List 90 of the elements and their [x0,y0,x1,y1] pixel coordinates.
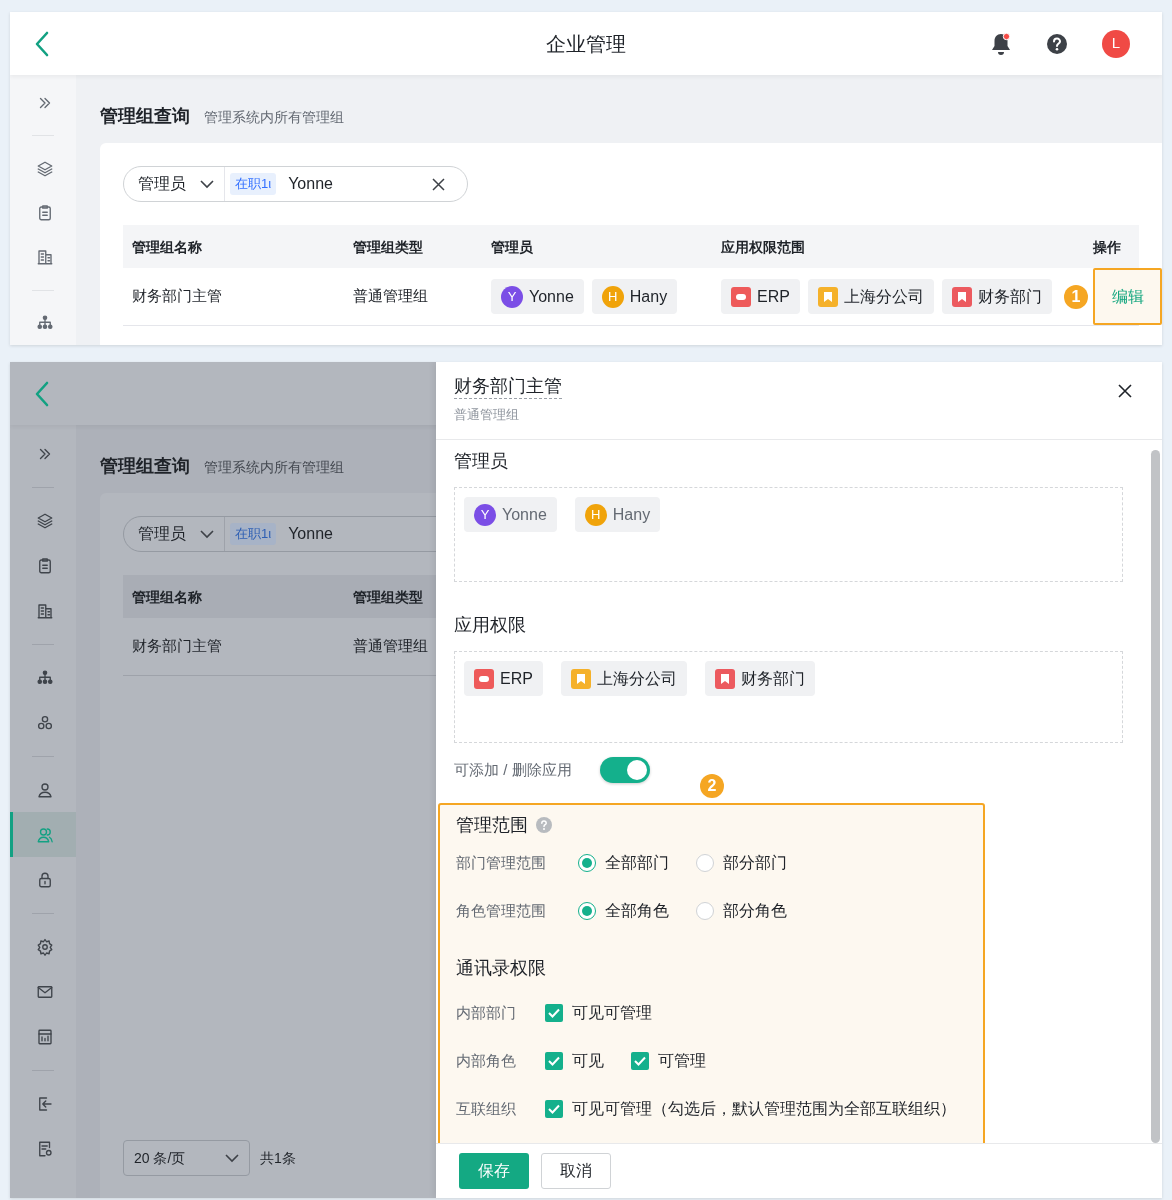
step-marker: 1 [1064,285,1088,309]
filter-label: 管理员 [138,524,186,544]
checkbox[interactable] [545,1004,563,1022]
field-label: 内部部门 [456,1002,517,1023]
status-tag: 在职1ι [230,173,277,195]
checkbox[interactable] [631,1052,649,1070]
layers-icon[interactable] [35,511,54,530]
org-chart-icon[interactable] [35,668,54,687]
column-header: 管理员 [491,238,533,255]
section-subtitle: 管理系统内所有管理组 [204,108,344,127]
drawer-title: 财务部门主管 [454,374,562,399]
checkbox-option[interactable]: 可见可管理（勾选后，默认管理范围为全部互联组织） [545,1097,956,1121]
table-cell-text: 财务部门主管 [132,636,222,657]
app-name: 上海分公司 [596,668,677,689]
person-name: Hany [629,286,668,307]
radio-button[interactable] [578,902,596,920]
checkbox-option[interactable]: 可见可管理 [545,1001,652,1025]
app-name: 上海分公司 [843,286,924,307]
column-header: 管理组类型 [353,238,423,255]
radio-button[interactable] [578,854,596,872]
radio-option[interactable]: 全部部门 [578,851,696,875]
radio-option[interactable]: 全部角色 [578,899,696,923]
section-heading: 管理员 [454,450,509,473]
person-name: Yonne [502,504,547,525]
chevron-down-icon[interactable] [200,179,214,189]
chevron-down-icon[interactable] [225,1153,239,1163]
avatar: Y [501,285,523,308]
filter-value: Yonne [288,174,333,194]
page-size-select[interactable]: 20 条/页 [123,1140,250,1176]
app-name: ERP [757,286,790,307]
column-header: 操作 [1093,238,1121,255]
notification-bell-icon[interactable] [990,31,1012,56]
radio-option[interactable]: 部分角色 [696,899,814,923]
checkbox-option[interactable]: 可管理 [631,1049,706,1073]
column-header: 管理组类型 [353,588,423,605]
checkbox[interactable] [545,1052,563,1070]
app-name: 财务部门 [977,286,1042,307]
layers-icon[interactable] [35,159,54,178]
table-cell-text: 普通管理组 [353,636,428,657]
settings-icon[interactable] [35,937,54,956]
person-name: Hany [612,504,651,525]
total-count: 共1条 [260,1148,296,1168]
chevron-down-icon[interactable] [200,529,214,539]
calculator-icon[interactable] [35,1027,54,1046]
filter-label: 管理员 [138,174,186,194]
clear-icon[interactable] [432,177,445,191]
table-cell-text: 普通管理组 [353,286,428,307]
app-name: 财务部门 [740,668,805,689]
user-icon[interactable] [35,780,54,799]
section-subtitle: 管理系统内所有管理组 [204,458,344,477]
field-label: 部门管理范围 [456,852,547,873]
column-header: 管理组名称 [132,238,202,255]
three-circles-icon[interactable] [35,713,54,732]
section-title: 管理组查询 [100,105,190,128]
table-cell-text: 财务部门主管 [132,286,222,307]
filter-field[interactable]: 管理员 在职1ι Yonne [123,166,468,202]
step-marker: 2 [700,774,724,798]
avatar: H [584,503,607,526]
scrollbar[interactable] [1151,450,1160,1143]
checkbox-option[interactable]: 可见 [545,1049,604,1073]
filter-value: Yonne [288,524,333,544]
toggle-label: 可添加 / 删除应用 [454,759,572,780]
field-label: 角色管理范围 [456,900,547,921]
radio-button[interactable] [696,854,714,872]
drawer-subtitle: 普通管理组 [454,406,520,424]
radio-option[interactable]: 部分部门 [696,851,814,875]
app-name: ERP [500,668,533,689]
org-chart-icon[interactable] [35,313,54,332]
section-heading: 通讯录权限 [456,957,547,980]
toggle-switch[interactable] [599,757,650,783]
checkbox[interactable] [545,1100,563,1118]
field-label: 互联组织 [456,1098,517,1119]
section-heading: 应用权限 [454,614,527,637]
avatar: Y [474,503,496,526]
user-avatar[interactable]: L [1102,29,1130,58]
building-icon[interactable] [35,601,54,620]
help-icon[interactable] [1046,32,1068,55]
section-heading: 管理范围 [456,813,528,837]
field-label: 内部角色 [456,1050,517,1071]
status-tag: 在职1ι [230,523,277,545]
avatar: H [601,285,624,308]
radio-button[interactable] [696,902,714,920]
section-title: 管理组查询 [100,455,190,478]
column-header: 应用权限范围 [721,238,805,255]
person-name: Yonne [529,286,574,307]
page-title: 企业管理 [546,31,626,57]
column-header: 管理组名称 [132,588,202,605]
building-icon[interactable] [35,248,54,267]
cancel-button[interactable]: 取消 [541,1153,611,1189]
close-icon[interactable] [1118,384,1132,398]
